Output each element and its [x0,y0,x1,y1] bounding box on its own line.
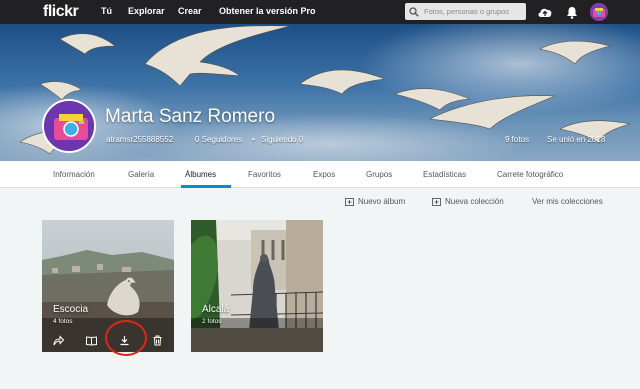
album-photo-count: 4 fotos [53,318,73,325]
tab-grupos[interactable]: Grupos [366,170,392,179]
profile-tabs: Información Galería Álbumes Favoritos Ex… [0,161,640,188]
nav-tu[interactable]: Tú [101,6,112,16]
new-collection-label: Nueva colección [445,197,504,206]
tab-favoritos[interactable]: Favoritos [248,170,281,179]
profile-username: atramsr255888552 [106,135,174,144]
tab-galeria[interactable]: Galería [128,170,154,179]
cover-photo [0,24,640,161]
search-icon [409,6,419,17]
new-album-button[interactable]: Nuevo álbum [345,197,405,206]
search-box[interactable] [405,3,526,20]
tab-estadisticas[interactable]: Estadísticas [423,170,466,179]
meta-separator: • [252,135,255,144]
album-title: Alcalá [202,304,230,315]
new-collection-button[interactable]: Nueva colección [432,197,504,206]
seagulls-image [0,24,640,161]
download-highlight-circle [105,320,147,356]
nav-obtener-pro[interactable]: Obtener la versión Pro [219,6,316,16]
share-icon[interactable] [42,328,75,352]
tab-albumes[interactable]: Álbumes [185,170,216,179]
album-title: Escocia [53,304,89,315]
nav-explorar[interactable]: Explorar [128,6,165,16]
avatar[interactable] [590,3,608,21]
bell-icon[interactable] [564,4,580,20]
active-tab-indicator [181,185,231,188]
album-cover-image [191,220,323,352]
album-card-alcala[interactable]: Alcalá 2 fotos [191,220,323,352]
view-collections-link[interactable]: Ver mis colecciones [532,197,603,206]
new-album-label: Nuevo álbum [358,197,406,206]
joined-date: Se unió en 2018 [547,135,606,144]
view-collections-label: Ver mis colecciones [532,197,603,206]
album-photo-count: 2 fotos [202,318,222,325]
add-album-icon [345,198,354,206]
upload-cloud-icon[interactable] [537,4,553,20]
photos-count: 9 fotos [505,135,530,144]
top-navigation-bar: flickr Tú Explorar Crear Obtener la vers… [0,0,640,24]
search-input[interactable] [424,7,524,16]
following-count[interactable]: Siguiendo 0 [261,135,303,144]
profile-name: Marta Sanz Romero [105,106,276,127]
book-icon[interactable] [75,328,108,352]
profile-avatar[interactable] [42,99,96,153]
nav-crear[interactable]: Crear [178,6,202,16]
followers-count[interactable]: 0 Seguidores [195,135,242,144]
tab-informacion[interactable]: Información [53,170,95,179]
tab-expos[interactable]: Expos [313,170,335,179]
tab-carrete[interactable]: Carrete fotográfico [497,170,563,179]
flickr-logo[interactable]: flickr [43,3,79,21]
add-collection-icon [432,198,441,206]
